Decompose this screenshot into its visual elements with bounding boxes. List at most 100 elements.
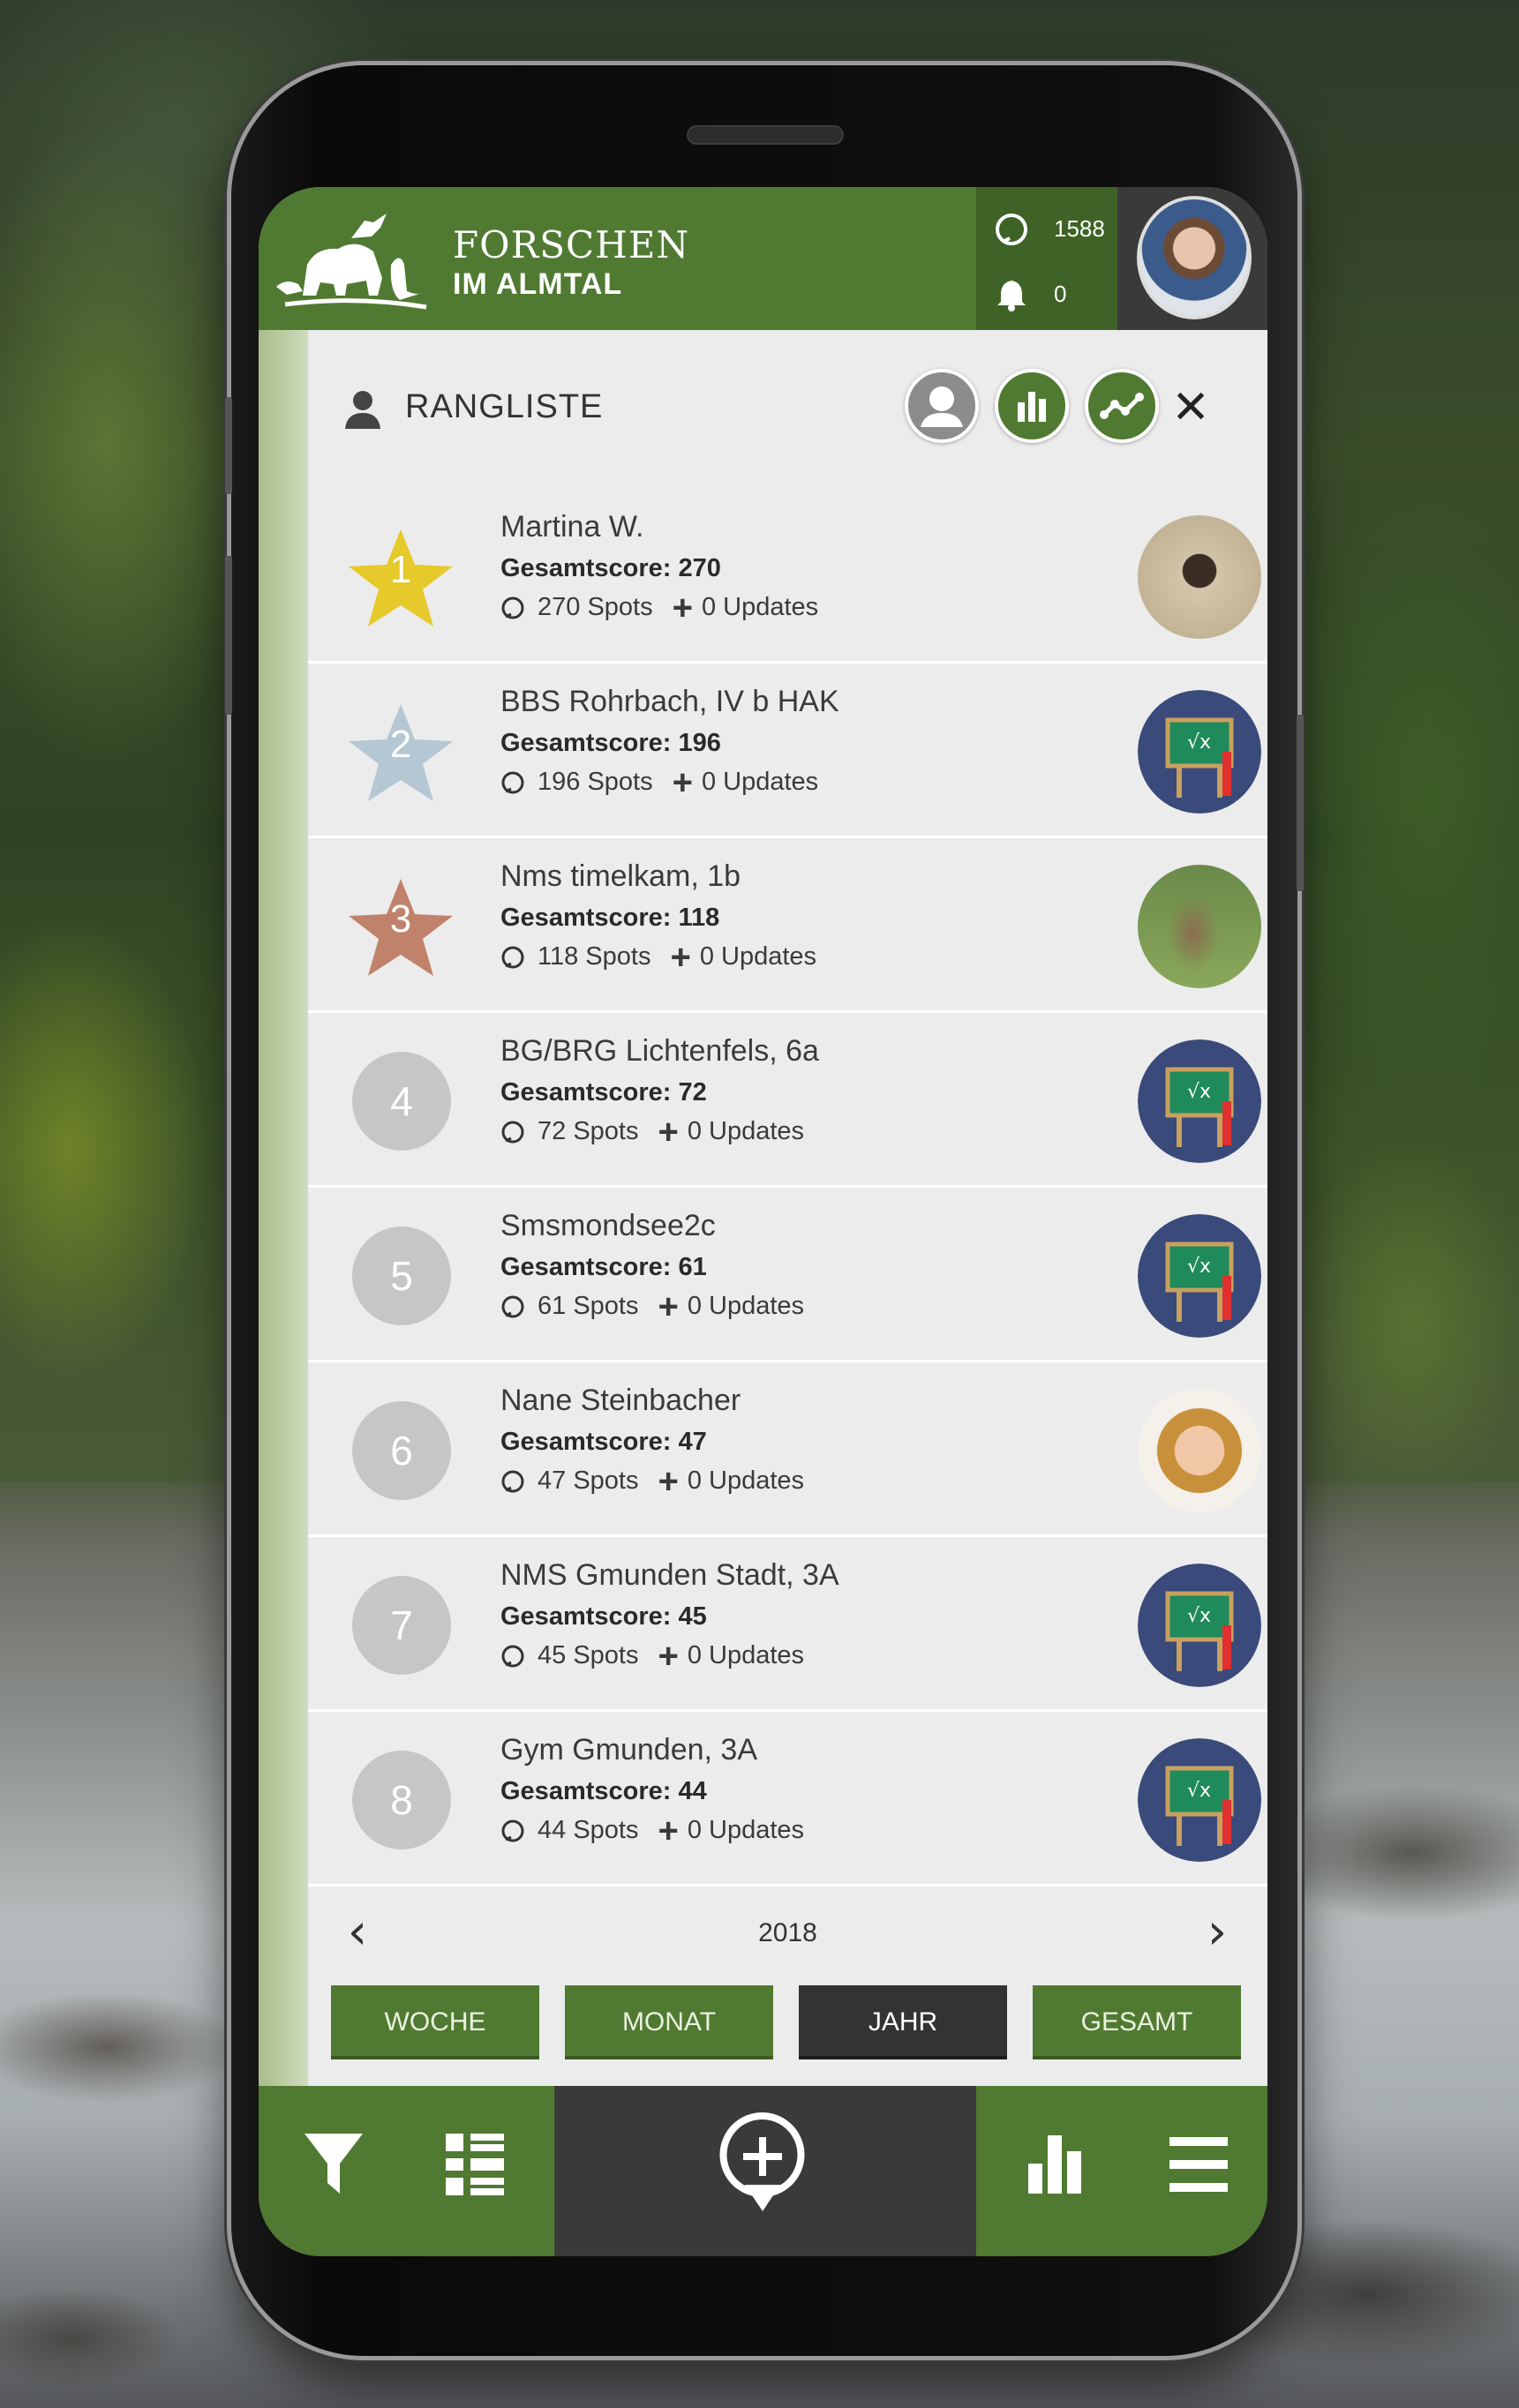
- svg-text:√x: √x: [1187, 1256, 1211, 1278]
- row-meta: 44 Spots + 0 Updates: [500, 1813, 804, 1849]
- leaderboard-row[interactable]: 4 BG/BRG Lichtenfels, 6a Gesamtscore: 72…: [308, 1013, 1267, 1188]
- tab-week[interactable]: WOCHE: [331, 1985, 539, 2059]
- leaderboard-row[interactable]: 6 Nane Steinbacher Gesamtscore: 47 47 Sp…: [308, 1362, 1267, 1537]
- svg-text:√x: √x: [1187, 1780, 1211, 1802]
- row-name: Nms timelkam, 1b: [500, 859, 741, 893]
- row-spots: 61 Spots: [538, 1292, 639, 1320]
- row-meta: 270 Spots + 0 Updates: [500, 590, 818, 626]
- trend-icon: [1100, 393, 1144, 419]
- row-score: Gesamtscore: 61: [500, 1253, 707, 1281]
- row-meta: 118 Spots + 0 Updates: [500, 937, 817, 977]
- phone-side-button: [225, 397, 232, 494]
- profile-avatar-area[interactable]: [1117, 187, 1267, 330]
- row-meta: 61 Spots + 0 Updates: [500, 1287, 804, 1326]
- bell-icon: [997, 281, 1026, 311]
- filter-trend-button[interactable]: [1085, 369, 1159, 443]
- person-icon: [921, 386, 963, 427]
- avatar-school-icon[interactable]: √x: [1138, 690, 1261, 814]
- avatar-bird[interactable]: [1138, 515, 1261, 639]
- avatar-school-icon[interactable]: √x: [1138, 1564, 1261, 1687]
- header-stats: 1588 0: [976, 187, 1117, 330]
- leaderboard-row[interactable]: 7 NMS Gmunden Stadt, 3A Gesamtscore: 45 …: [308, 1537, 1267, 1712]
- row-meta: 196 Spots + 0 Updates: [500, 762, 819, 802]
- close-button[interactable]: ✕: [1164, 381, 1217, 434]
- rank-circle: 6: [352, 1401, 451, 1500]
- row-spots: 72 Spots: [538, 1117, 639, 1145]
- next-year-button[interactable]: ›: [1191, 1906, 1244, 1959]
- leaderboard-row[interactable]: 3 Nms timelkam, 1b Gesamtscore: 118 118 …: [308, 838, 1267, 1013]
- row-score: Gesamtscore: 72: [500, 1078, 707, 1106]
- svg-text:√x: √x: [1187, 1081, 1211, 1103]
- plus-icon: +: [658, 1112, 679, 1151]
- notifications-count: 0: [1054, 281, 1067, 307]
- row-score: Gesamtscore: 45: [500, 1602, 707, 1631]
- plus-icon: +: [658, 1287, 679, 1326]
- row-spots: 196 Spots: [538, 768, 653, 796]
- notifications-stat[interactable]: 0: [976, 266, 1117, 319]
- row-spots: 270 Spots: [538, 593, 653, 621]
- row-score: Gesamtscore: 270: [500, 554, 721, 582]
- phone-power-button: [1297, 715, 1304, 891]
- tab-month[interactable]: MONAT: [565, 1985, 773, 2059]
- svg-text:√x: √x: [1187, 1605, 1211, 1627]
- avatar-school-icon[interactable]: √x: [1138, 1039, 1261, 1163]
- avatar-school-icon[interactable]: √x: [1138, 1214, 1261, 1338]
- leaderboard-row[interactable]: 5 Smsmondsee2c Gesamtscore: 61 61 Spots …: [308, 1188, 1267, 1362]
- filter-icon[interactable]: [303, 2130, 365, 2197]
- leaderboard-row[interactable]: 8 Gym Gmunden, 3A Gesamtscore: 44 44 Spo…: [308, 1712, 1267, 1887]
- plus-icon: +: [672, 762, 693, 802]
- row-score: Gesamtscore: 47: [500, 1428, 707, 1456]
- list-icon[interactable]: [444, 2130, 506, 2197]
- phone-volume-button: [225, 556, 232, 715]
- row-updates: 0 Updates: [701, 768, 819, 796]
- tab-total[interactable]: GESAMT: [1033, 1985, 1241, 2059]
- ranking-icon[interactable]: [1025, 2132, 1087, 2195]
- spot-icon: [996, 214, 1027, 245]
- panel-header: RANGLISTE ✕: [308, 330, 1267, 489]
- row-updates: 0 Updates: [687, 1641, 805, 1669]
- row-updates: 0 Updates: [687, 1467, 805, 1495]
- spot-icon: [501, 946, 524, 968]
- logo-icon[interactable]: [267, 203, 444, 318]
- avatar-school-icon[interactable]: √x: [1138, 1738, 1261, 1862]
- add-spot-icon[interactable]: [718, 2112, 807, 2218]
- bar-chart-icon: [1018, 392, 1046, 422]
- spots-stat[interactable]: 1588: [976, 201, 1117, 254]
- rank-number: 1: [389, 548, 412, 591]
- period-tabs: WOCHE MONAT JAHR GESAMT: [331, 1985, 1249, 2059]
- row-updates: 0 Updates: [699, 942, 817, 971]
- row-name: Nane Steinbacher: [500, 1384, 741, 1417]
- filter-chart-button[interactable]: [995, 369, 1069, 443]
- svg-text:√x: √x: [1187, 731, 1211, 754]
- avatar-person[interactable]: [1138, 1389, 1261, 1512]
- spot-icon: [501, 1645, 524, 1667]
- rank-number: 2: [389, 723, 412, 766]
- profile-avatar[interactable]: [1137, 196, 1252, 319]
- avatar-deer[interactable]: [1138, 865, 1261, 988]
- brand-line2: IM ALMTAL: [453, 267, 623, 301]
- brand-title: FORSCHEN IM ALMTAL: [453, 224, 689, 302]
- spot-icon: [501, 596, 524, 619]
- row-name: NMS Gmunden Stadt, 3A: [500, 1558, 839, 1592]
- row-meta: 47 Spots + 0 Updates: [500, 1464, 805, 1499]
- plus-icon: +: [670, 937, 691, 977]
- year-navigation: ‹ 2018 ›: [308, 1906, 1267, 1977]
- user-icon: [345, 391, 380, 429]
- leaderboard-row[interactable]: 2 BBS Rohrbach, IV b HAK Gesamtscore: 19…: [308, 664, 1267, 838]
- app-header: FORSCHEN IM ALMTAL 1588 0: [259, 187, 1267, 330]
- row-name: BG/BRG Lichtenfels, 6a: [500, 1034, 819, 1068]
- tab-year[interactable]: JAHR: [799, 1985, 1007, 2059]
- row-meta: 72 Spots + 0 Updates: [500, 1112, 804, 1151]
- row-spots: 44 Spots: [538, 1816, 639, 1844]
- row-name: Smsmondsee2c: [500, 1209, 716, 1242]
- leaderboard-row[interactable]: 1 Martina W. Gesamtscore: 270 270 Spots …: [308, 489, 1267, 664]
- menu-icon[interactable]: [1168, 2134, 1229, 2195]
- rank-circle: 4: [352, 1052, 451, 1151]
- row-score: Gesamtscore: 44: [500, 1777, 707, 1805]
- row-spots: 118 Spots: [538, 942, 651, 971]
- filter-users-button[interactable]: [905, 369, 979, 443]
- rank-number: 3: [389, 897, 412, 941]
- rank-circle: 5: [352, 1227, 451, 1325]
- brand-line1: FORSCHEN: [453, 223, 690, 266]
- spot-icon: [501, 1819, 524, 1842]
